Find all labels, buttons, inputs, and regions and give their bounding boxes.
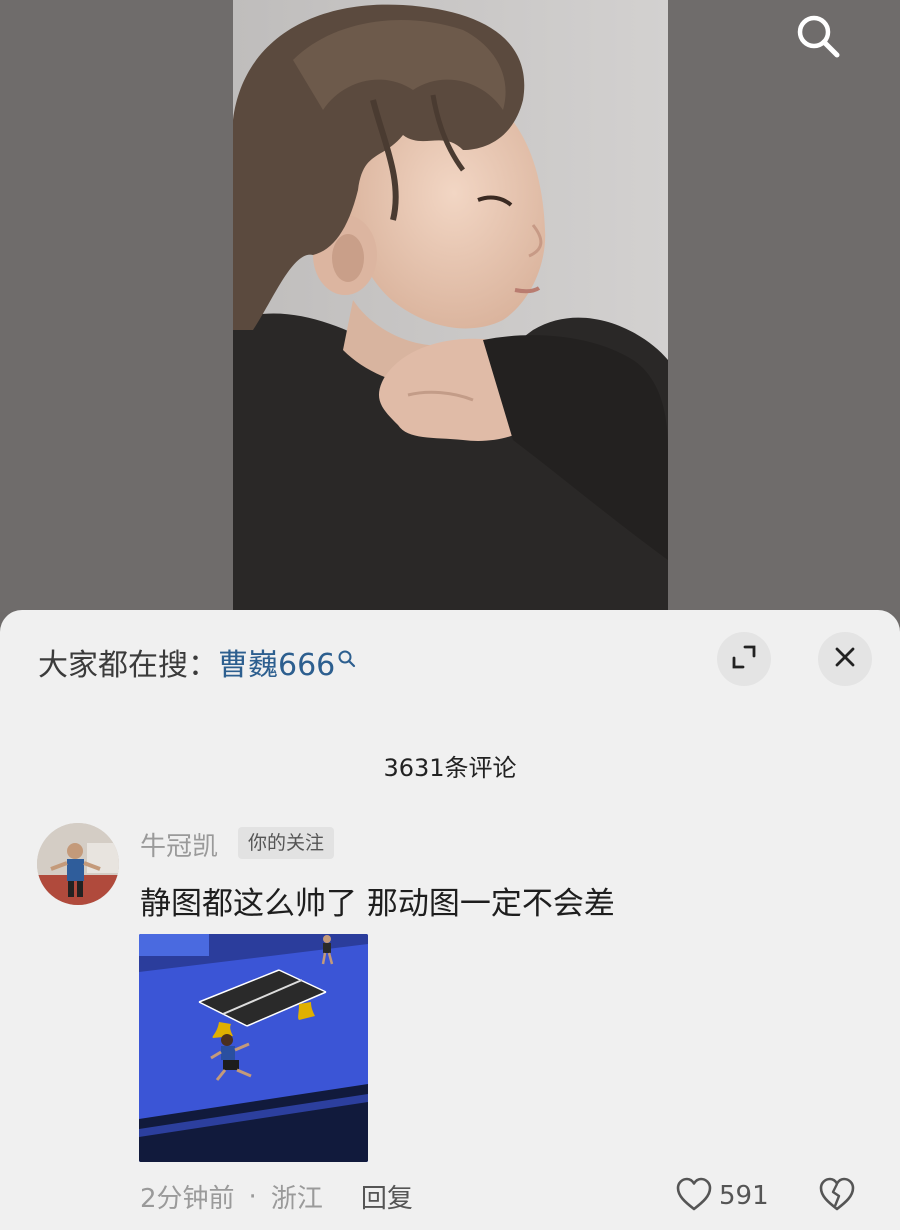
dislike-button[interactable] [818,1176,856,1216]
close-icon [833,645,857,673]
search-icon [793,11,843,65]
comment-username[interactable]: 牛冠凯 [140,826,218,863]
close-button[interactable] [818,632,872,686]
comment-image[interactable] [139,934,368,1162]
comment-text: 静图都这么帅了 那动图一定不会差 [140,886,615,922]
comment-location: 浙江 [270,1184,323,1214]
expand-icon [731,644,757,674]
hot-search-prefix: 大家都在搜： [38,648,218,683]
media-viewer[interactable] [0,0,900,612]
comment-panel: 大家都在搜： 曹巍666 3631条评论 牛冠凯 你的关注 静图都这么帅了 那动… [0,610,900,1230]
comment-count: 3631条评论 [383,754,517,782]
avatar[interactable] [37,823,119,905]
heart-icon [675,1176,713,1216]
broken-heart-icon [818,1177,856,1216]
search-button[interactable] [790,10,846,66]
comment-time: 2分钟前 [140,1184,235,1214]
meta-separator: · [248,1181,257,1212]
comment-meta: 2分钟前 · 浙江 回复 [140,1178,413,1215]
hot-search-bar[interactable]: 大家都在搜： 曹巍666 [38,640,357,684]
portrait-photo [233,0,668,612]
follow-badge: 你的关注 [238,827,335,859]
hot-search-term[interactable]: 曹巍666 [218,640,335,684]
like-count: 591 [719,1181,769,1211]
search-icon [337,642,357,677]
like-button[interactable]: 591 [675,1176,769,1216]
expand-button[interactable] [717,632,771,686]
reply-button[interactable]: 回复 [361,1178,413,1215]
